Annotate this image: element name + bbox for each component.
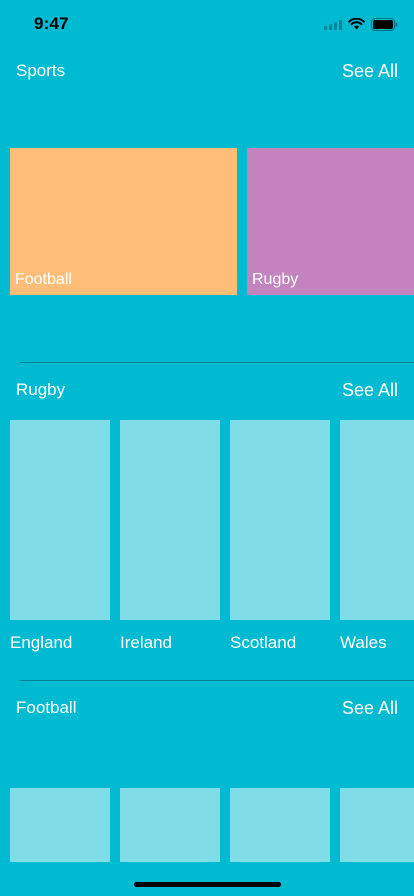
see-all-football-button[interactable]: See All	[342, 698, 398, 719]
status-icons	[324, 16, 398, 32]
team-tile-scotland[interactable]	[230, 420, 330, 620]
football-card[interactable]: Football	[10, 148, 237, 295]
section-title-sports: Sports	[16, 61, 66, 80]
team-tile-wales[interactable]	[340, 420, 414, 620]
status-time: 9:47	[34, 14, 69, 33]
section-title-rugby: Rugby	[16, 380, 66, 399]
wifi-icon	[348, 18, 365, 30]
rugby-card-label: Rugby	[252, 271, 299, 288]
football-tile[interactable]	[340, 788, 414, 862]
football-tile[interactable]	[10, 788, 110, 862]
section-divider	[20, 362, 414, 363]
team-label-england: England	[10, 633, 73, 652]
football-tile[interactable]	[120, 788, 220, 862]
team-label-wales: Wales	[340, 633, 387, 652]
cellular-signal-icon	[324, 18, 342, 30]
football-tile[interactable]	[230, 788, 330, 862]
see-all-rugby-button[interactable]: See All	[342, 380, 398, 401]
section-title-football: Football	[16, 698, 77, 717]
team-tile-england[interactable]	[10, 420, 110, 620]
team-label-ireland: Ireland	[120, 633, 172, 652]
battery-icon	[371, 17, 398, 31]
rugby-card[interactable]: Rugby	[247, 148, 414, 295]
section-divider	[20, 680, 414, 681]
team-tile-ireland[interactable]	[120, 420, 220, 620]
football-card-label: Football	[15, 271, 72, 288]
home-indicator[interactable]	[134, 882, 281, 887]
status-bar: 9:47	[0, 0, 414, 48]
see-all-sports-button[interactable]: See All	[342, 61, 398, 82]
team-label-scotland: Scotland	[230, 633, 297, 652]
